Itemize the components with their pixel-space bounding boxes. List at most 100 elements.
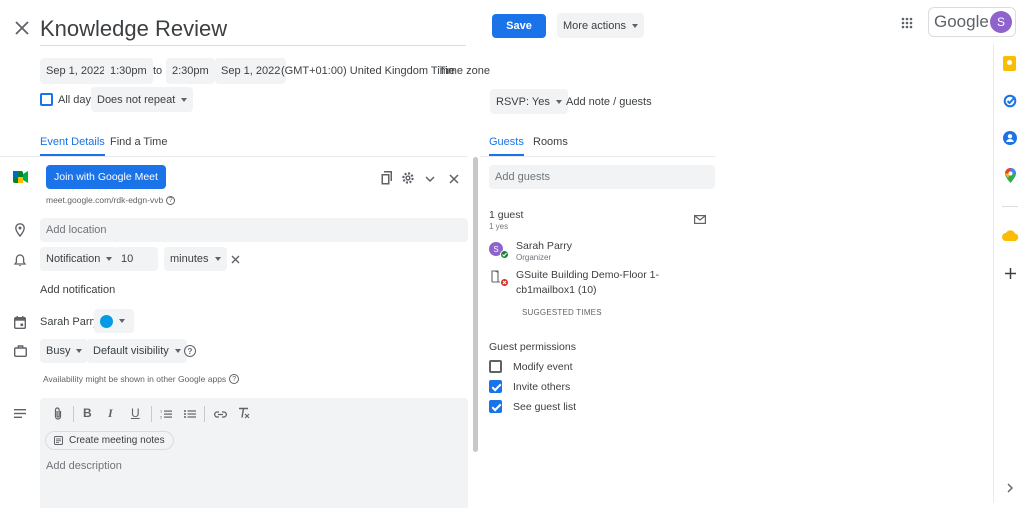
maps-icon[interactable] <box>1003 167 1017 184</box>
email-guests-icon[interactable] <box>693 213 707 225</box>
help-icon[interactable]: ? <box>166 195 176 205</box>
gear-icon[interactable] <box>400 170 416 186</box>
visibility-help-icon[interactable]: ? <box>184 345 196 357</box>
all-day-label: All day <box>58 94 92 106</box>
cloud-addon-icon[interactable] <box>1001 228 1019 242</box>
visibility-dropdown[interactable]: Default visibility <box>87 339 187 363</box>
start-date: Sep 1, 2022 <box>46 65 106 77</box>
tab-event-details[interactable]: Event Details <box>40 136 105 156</box>
guests-tabs-divider <box>480 156 716 157</box>
tab-guests-label: Guests <box>489 136 524 148</box>
event-title-input[interactable]: Knowledge Review <box>40 14 466 46</box>
bold-icon[interactable]: B <box>83 406 92 420</box>
notification-unit: minutes <box>170 253 209 265</box>
guest-role: Organizer <box>516 253 552 262</box>
location-input[interactable]: Add location <box>40 218 468 242</box>
avatar: S <box>990 11 1012 33</box>
scrollbar[interactable] <box>473 157 478 452</box>
create-notes-label: Create meeting notes <box>69 435 165 446</box>
link-icon[interactable] <box>213 407 228 421</box>
suggested-times-link[interactable]: SUGGESTED TIMES <box>522 308 602 317</box>
tab-rooms[interactable]: Rooms <box>533 136 568 148</box>
notification-type-dropdown[interactable]: Notification <box>40 247 119 271</box>
attachment-icon[interactable] <box>51 406 65 421</box>
tab-find-time[interactable]: Find a Time <box>110 136 167 148</box>
calendar-color-dropdown[interactable] <box>94 309 134 333</box>
save-label: Save <box>506 20 532 32</box>
tab-find-time-label: Find a Time <box>110 136 168 148</box>
save-button[interactable]: Save <box>492 14 546 38</box>
apps-grid-icon[interactable] <box>898 14 916 32</box>
more-actions-button[interactable]: More actions <box>557 13 644 38</box>
contacts-icon[interactable] <box>1002 130 1018 146</box>
side-panel-divider <box>1002 206 1018 207</box>
add-addon-icon[interactable] <box>1002 265 1018 281</box>
guest-avatar-letter: S <box>493 244 499 254</box>
guest-yes-count: 1 yes <box>489 222 509 231</box>
end-date-field[interactable]: Sep 1, 2022 <box>215 58 287 84</box>
chevron-down-icon[interactable] <box>422 171 438 187</box>
availability-note: Availability might be shown in other Goo… <box>43 374 240 384</box>
add-guests-input[interactable]: Add guests <box>489 165 715 189</box>
modify-event-label: Modify event <box>513 361 573 373</box>
notification-type: Notification <box>46 253 101 265</box>
tab-event-details-label: Event Details <box>40 136 105 148</box>
meet-link-text: meet.google.com/rdk-edgn-vvb <box>46 195 164 205</box>
room-name[interactable]: GSuite Building Demo-Floor 1-cb1mailbox1… <box>516 268 706 298</box>
tabs-divider <box>0 156 468 157</box>
invite-others-label: Invite others <box>513 381 571 393</box>
bulleted-list-icon[interactable] <box>183 407 197 421</box>
toolbar-divider-2 <box>151 406 152 422</box>
add-notification-link[interactable]: Add notification <box>40 284 115 296</box>
clear-formatting-icon[interactable] <box>237 406 251 420</box>
underline-icon[interactable]: U <box>131 406 140 420</box>
see-guest-list-checkbox[interactable] <box>489 400 502 413</box>
repeat-dropdown[interactable]: Does not repeat <box>91 87 194 112</box>
join-meet-button[interactable]: Join with Google Meet <box>46 165 166 189</box>
rsvp-dropdown[interactable]: RSVP: Yes <box>490 89 568 114</box>
copy-icon[interactable] <box>379 170 395 186</box>
add-guests-placeholder: Add guests <box>495 171 551 183</box>
join-meet-label: Join with Google Meet <box>54 171 158 183</box>
remove-notification-icon[interactable] <box>228 252 242 266</box>
repeat-label: Does not repeat <box>97 93 176 106</box>
description-editor[interactable] <box>40 398 468 508</box>
start-time-field[interactable]: 1:30pm <box>104 58 153 84</box>
numbered-list-icon[interactable]: 12 <box>159 407 173 421</box>
calendar-owner: Sarah Parry <box>40 316 99 328</box>
close-icon[interactable] <box>12 18 32 38</box>
description-placeholder: Add description <box>46 460 122 472</box>
tab-guests[interactable]: Guests <box>489 136 524 156</box>
account-switcher[interactable]: Google S <box>928 7 1016 37</box>
tab-rooms-label: Rooms <box>533 136 568 148</box>
end-time-field[interactable]: 2:30pm <box>166 58 215 84</box>
busy-dropdown[interactable]: Busy <box>40 339 89 363</box>
modify-event-checkbox[interactable] <box>489 360 502 373</box>
italic-icon[interactable]: I <box>108 406 113 421</box>
notification-value-input[interactable]: 10 <box>115 247 158 271</box>
location-placeholder: Add location <box>46 224 107 236</box>
google-logo: Google <box>934 12 989 31</box>
invite-others-checkbox[interactable] <box>489 380 502 393</box>
meet-link: meet.google.com/rdk-edgn-vvb ? <box>46 195 176 205</box>
accepted-check-icon <box>500 250 509 259</box>
guest-permissions-title: Guest permissions <box>489 341 576 353</box>
event-title: Knowledge Review <box>40 16 228 41</box>
see-guest-list-label: See guest list <box>513 401 577 413</box>
add-note-link[interactable]: Add note / guests <box>566 96 652 108</box>
end-date: Sep 1, 2022 <box>221 65 281 77</box>
busy-label: Busy <box>46 345 71 357</box>
guest-name[interactable]: Sarah Parry <box>516 240 572 252</box>
chevron-right-icon[interactable] <box>1004 481 1016 495</box>
notification-value: 10 <box>121 253 134 265</box>
all-day-checkbox[interactable] <box>40 93 53 106</box>
keep-icon[interactable] <box>1003 56 1016 71</box>
notification-unit-dropdown[interactable]: minutes <box>164 247 227 271</box>
availability-help-icon[interactable]: ? <box>229 374 240 384</box>
create-notes-button[interactable]: Create meeting notes <box>45 431 174 450</box>
start-date-field[interactable]: Sep 1, 2022 <box>40 58 112 84</box>
remove-meet-icon[interactable] <box>446 171 462 187</box>
location-pin-icon <box>13 222 27 238</box>
tasks-icon[interactable] <box>1002 93 1018 109</box>
timezone-link[interactable]: Time zone <box>439 65 490 77</box>
